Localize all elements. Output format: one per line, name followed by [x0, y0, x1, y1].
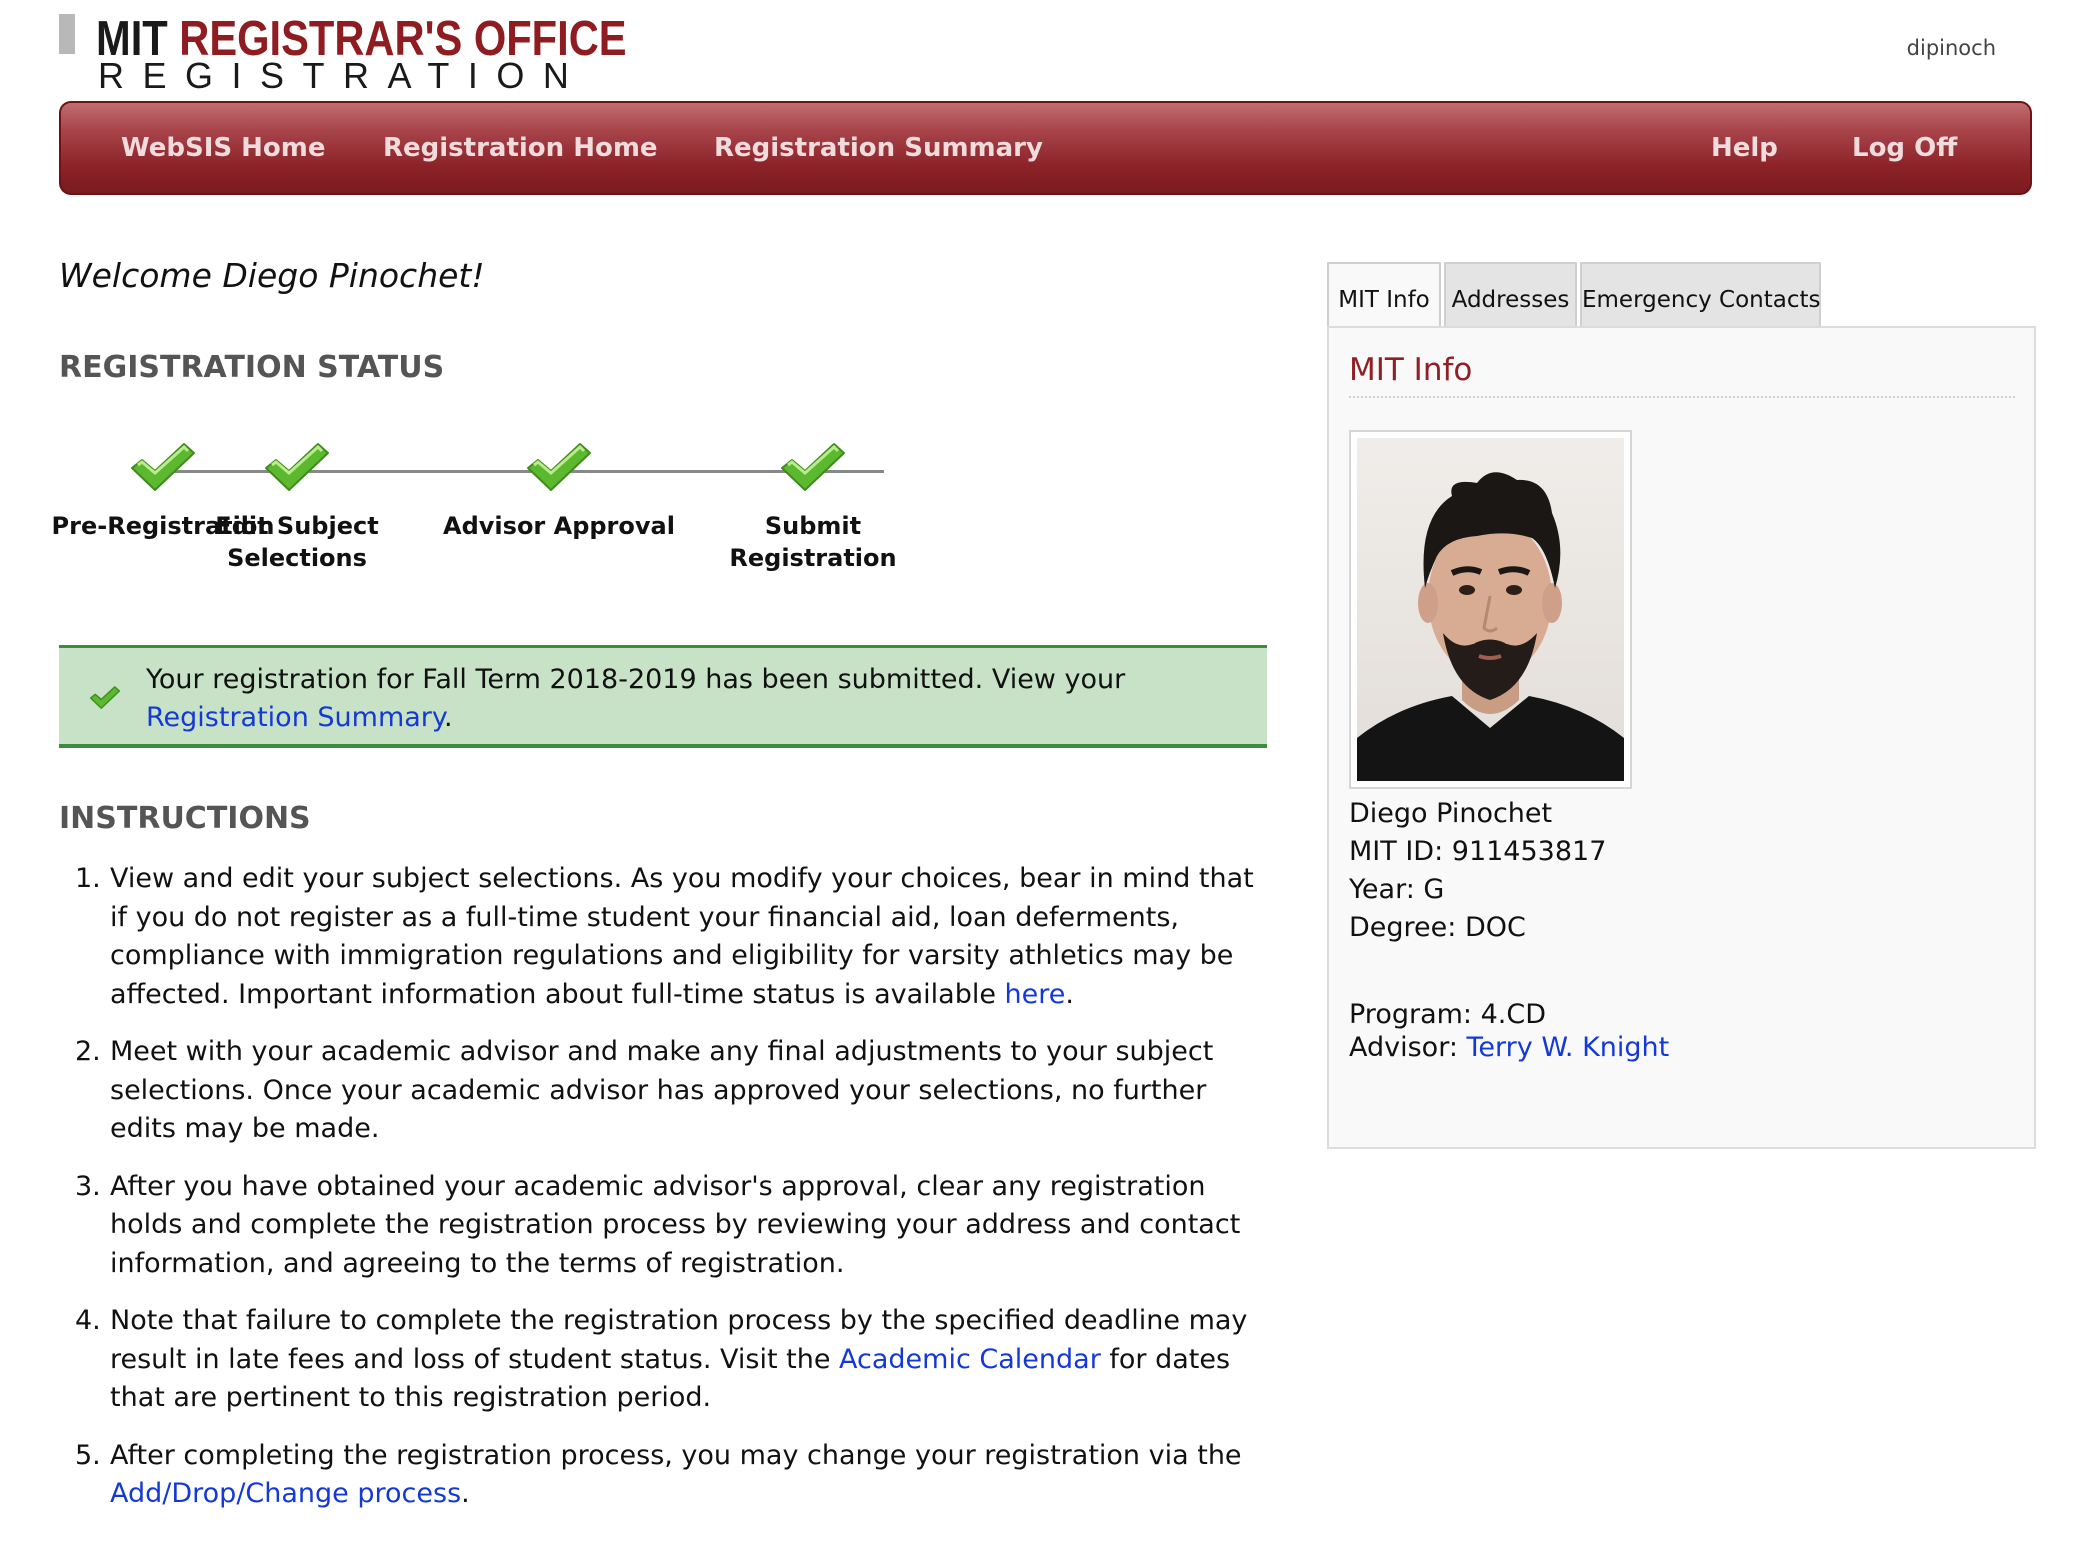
nav-registration-home[interactable]: Registration Home [383, 133, 658, 163]
registration-status-heading: REGISTRATION STATUS [59, 350, 445, 385]
instruction-number: 5. [75, 1439, 101, 1471]
nav-websis-home[interactable]: WebSIS Home [121, 133, 326, 163]
check-icon [527, 443, 591, 491]
alert-text: Your registration for Fall Term 2018-201… [146, 664, 1126, 695]
instruction-text-after: . [461, 1478, 470, 1509]
full-time-status-link[interactable]: here [1005, 979, 1066, 1010]
instruction-number: 4. [75, 1305, 101, 1336]
tab-mit-info[interactable]: MIT Info [1327, 262, 1441, 328]
student-program: Program: 4.CD [1349, 999, 1547, 1030]
submission-success-alert: Your registration for Fall Term 2018-201… [59, 645, 1267, 748]
mit-info-panel: MIT Info Diego Pinochet MIT ID: 91145381… [1327, 326, 2036, 1149]
advisor-name-link[interactable]: Terry W. Knight [1467, 1032, 1670, 1063]
instruction-text: Meet with your academic advisor and make… [110, 1036, 1214, 1144]
student-photo [1357, 438, 1624, 781]
instruction-text-after: . [1065, 978, 1074, 1010]
step-label: Submit Registration [729, 512, 897, 572]
instruction-item: 1. View and edit your subject selections.… [75, 860, 1279, 1014]
instructions-list: 1. View and edit your subject selections.… [59, 860, 1279, 1533]
instruction-item: 2. Meet with your academic advisor and ma… [75, 1033, 1279, 1149]
nav-registration-summary[interactable]: Registration Summary [714, 133, 1043, 163]
instruction-item: 5. After completing the registration proc… [75, 1437, 1279, 1514]
check-icon [265, 443, 329, 491]
instruction-item: 3. After you have obtained your academic … [75, 1168, 1279, 1284]
main-nav: WebSIS Home Registration Home Registrati… [59, 101, 2032, 195]
instruction-text: After completing the registration proces… [110, 1439, 1242, 1471]
alert-suffix: . [444, 702, 453, 733]
registration-summary-link[interactable]: Registration Summary [146, 702, 444, 733]
check-icon [89, 686, 121, 709]
registration-steps: Pre-Registration Edit Subject Selections… [52, 440, 919, 600]
step-advisor-approval: Advisor Approval [429, 440, 689, 542]
step-label: Advisor Approval [443, 512, 675, 540]
tab-emergency-contacts[interactable]: Emergency Contacts [1580, 262, 1821, 328]
mit-id: MIT ID: 911453817 [1349, 836, 1607, 867]
portrait-image [1357, 438, 1624, 781]
username: dipinoch [1906, 36, 1996, 60]
tab-addresses[interactable]: Addresses [1444, 262, 1577, 328]
instruction-text: View and edit your subject selections. A… [110, 863, 1254, 1010]
panel-title: MIT Info [1349, 352, 2015, 398]
instruction-number: 1. [75, 863, 101, 894]
logo-bar [59, 14, 75, 54]
add-drop-change-link[interactable]: Add/Drop/Change process [110, 1478, 461, 1509]
logo-subtitle: REGISTRATION [98, 55, 588, 96]
student-advisor: Advisor: Terry W. Knight [1349, 1032, 1669, 1063]
alert-message: Your registration for Fall Term 2018-201… [146, 661, 1246, 737]
nav-log-off[interactable]: Log Off [1852, 133, 1957, 163]
step-label: Edit Subject Selections [215, 512, 379, 572]
step-edit-subject-selections: Edit Subject Selections [207, 440, 387, 574]
student-name-link[interactable]: Diego Pinochet [1349, 798, 1552, 829]
instruction-number: 3. [75, 1170, 101, 1202]
student-degree: Degree: DOC [1349, 912, 1526, 943]
check-icon [131, 443, 195, 491]
check-icon [781, 443, 845, 491]
advisor-label: Advisor: [1349, 1032, 1467, 1063]
student-year: Year: G [1349, 874, 1445, 905]
academic-calendar-link[interactable]: Academic Calendar [839, 1344, 1101, 1375]
step-submit-registration: Submit Registration [713, 440, 913, 574]
instruction-item: 4. Note that failure to complete the regi… [75, 1302, 1279, 1418]
instructions-heading: INSTRUCTIONS [59, 801, 311, 836]
nav-help[interactable]: Help [1711, 133, 1778, 163]
welcome-message: Welcome Diego Pinochet! [59, 256, 485, 295]
instruction-number: 2. [75, 1036, 101, 1067]
student-photo-frame [1349, 430, 1632, 789]
instruction-text: After you have obtained your academic ad… [110, 1170, 1241, 1279]
